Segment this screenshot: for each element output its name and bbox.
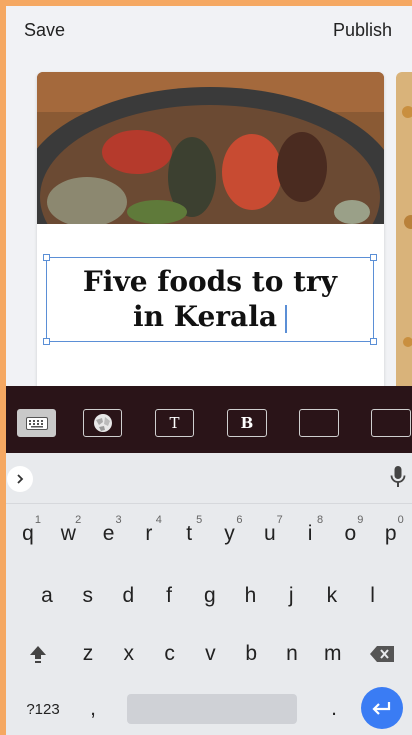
key-label: o	[344, 522, 357, 545]
key-g[interactable]: g	[191, 578, 229, 614]
toolbar-button-5[interactable]	[299, 409, 339, 437]
key-label: t	[186, 522, 193, 545]
key-label: e	[102, 522, 115, 545]
wikipedia-button[interactable]	[83, 409, 122, 437]
key-f[interactable]: f	[150, 578, 188, 614]
voice-input-button[interactable]	[390, 465, 406, 494]
next-food-photo	[396, 72, 412, 402]
bold-button[interactable]: B	[227, 409, 267, 437]
shift-arrow-icon	[30, 646, 46, 663]
key-c[interactable]: c	[151, 636, 189, 672]
key-u[interactable]: u7	[251, 514, 289, 552]
key-n[interactable]: n	[273, 636, 311, 672]
resize-handle-top-left[interactable]	[43, 254, 50, 261]
soft-keyboard: q1w2e3r4t5y6u7i8o9p0 asdfghjkl zxcvbnm ?…	[6, 453, 412, 735]
keyboard-icon	[25, 416, 48, 430]
key-j[interactable]: j	[272, 578, 310, 614]
key-label: i	[307, 522, 313, 545]
key-number-hint: 4	[155, 514, 162, 526]
wikipedia-globe-icon	[93, 414, 112, 432]
key-label: y	[224, 522, 235, 545]
resize-handle-top-right[interactable]	[370, 254, 377, 261]
key-k[interactable]: k	[313, 578, 351, 614]
toolbar-button-6[interactable]	[371, 409, 411, 437]
key-number-hint: 2	[75, 514, 82, 526]
chevron-right-icon	[17, 474, 24, 484]
key-l[interactable]: l	[354, 578, 392, 614]
key-e[interactable]: e3	[90, 514, 128, 552]
save-button[interactable]: Save	[24, 20, 65, 41]
format-toolbar: T B	[6, 386, 412, 453]
title-text-box[interactable]: Five foods to try in Kerala	[43, 254, 377, 345]
comma-key[interactable]: ,	[81, 694, 105, 724]
key-x[interactable]: x	[110, 636, 148, 672]
story-title-line-1: Five foods to try	[82, 265, 338, 298]
top-bar: Save Publish	[6, 6, 412, 56]
space-bar[interactable]	[127, 694, 297, 724]
key-r[interactable]: r4	[130, 514, 168, 552]
key-d[interactable]: d	[109, 578, 147, 614]
key-label: u	[263, 522, 276, 545]
next-story-card[interactable]	[396, 72, 412, 402]
key-w[interactable]: w2	[49, 514, 87, 552]
key-q[interactable]: q1	[9, 514, 47, 552]
resize-handle-bottom-right[interactable]	[370, 338, 377, 345]
microphone-icon	[390, 466, 406, 487]
key-h[interactable]: h	[232, 578, 270, 614]
key-o[interactable]: o9	[331, 514, 369, 552]
key-label: q	[22, 522, 34, 545]
key-number-hint: 6	[236, 514, 243, 526]
key-s[interactable]: s	[69, 578, 107, 614]
key-number-hint: 0	[397, 514, 404, 526]
resize-handle-bottom-left[interactable]	[43, 338, 50, 345]
story-card[interactable]: Five foods to try in Kerala	[37, 72, 384, 402]
key-number-hint: 5	[196, 514, 203, 526]
key-b[interactable]: b	[232, 636, 270, 672]
food-photo	[37, 72, 384, 224]
key-label: r	[145, 522, 153, 545]
backspace-icon	[370, 646, 394, 662]
publish-button[interactable]: Publish	[333, 20, 392, 41]
key-t[interactable]: t5	[170, 514, 208, 552]
key-v[interactable]: v	[191, 636, 229, 672]
enter-key[interactable]	[361, 687, 403, 729]
editor-screen: Save Publish Five foods to try in Kerala	[6, 6, 412, 735]
backspace-key[interactable]	[366, 639, 398, 669]
key-number-hint: 3	[115, 514, 122, 526]
key-label: w	[60, 522, 76, 545]
keyboard-toggle-button[interactable]	[17, 409, 56, 437]
key-m[interactable]: m	[314, 636, 352, 672]
story-title-line-2: in Kerala	[133, 300, 277, 333]
period-key[interactable]: .	[322, 694, 346, 724]
enter-arrow-icon	[372, 702, 391, 715]
key-p[interactable]: p0	[372, 514, 410, 552]
key-a[interactable]: a	[28, 578, 66, 614]
key-z[interactable]: z	[69, 636, 107, 672]
key-number-hint: 7	[276, 514, 283, 526]
symbols-key[interactable]: ?123	[21, 694, 65, 724]
key-y[interactable]: y6	[211, 514, 249, 552]
key-label: p	[384, 522, 397, 545]
text-cursor	[284, 304, 287, 333]
key-number-hint: 1	[34, 514, 41, 526]
suggestion-strip	[6, 453, 412, 504]
key-i[interactable]: i8	[291, 514, 329, 552]
key-number-hint: 9	[357, 514, 364, 526]
expand-suggestions-button[interactable]	[7, 466, 33, 492]
shift-key[interactable]	[23, 639, 53, 669]
story-title[interactable]: Five foods to try in Kerala	[47, 264, 373, 334]
key-number-hint: 8	[316, 514, 324, 526]
text-style-button[interactable]: T	[155, 409, 194, 437]
